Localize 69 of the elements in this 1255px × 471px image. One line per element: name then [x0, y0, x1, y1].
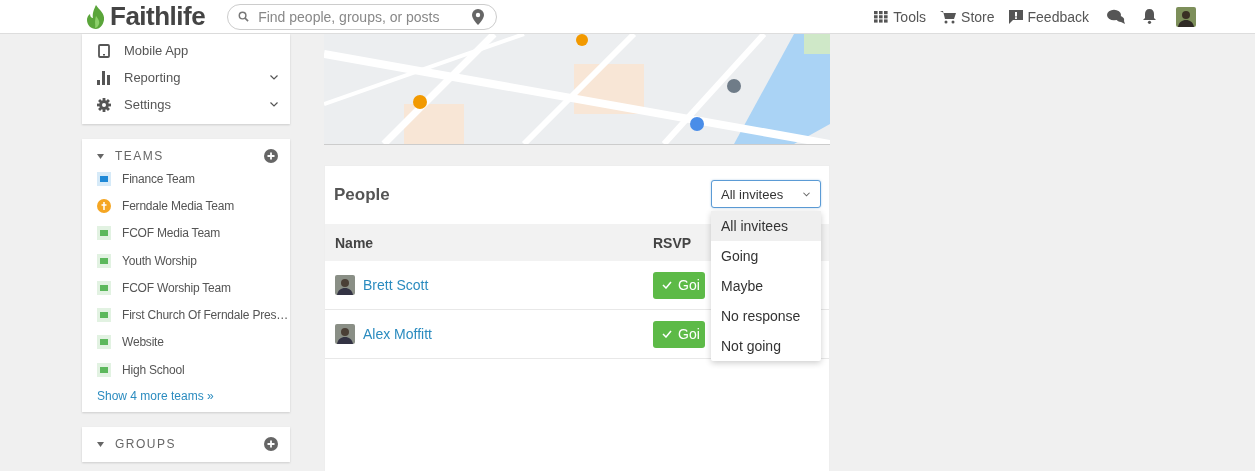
- team-name: High School: [122, 362, 185, 377]
- settings-icon: [97, 97, 111, 112]
- flame-logo-icon: [85, 3, 107, 30]
- search-icon: [238, 11, 250, 22]
- team-item[interactable]: Youth Worship: [82, 246, 290, 275]
- person-link[interactable]: Brett Scott: [363, 277, 429, 293]
- team-name: Youth Worship: [122, 253, 197, 268]
- menu-item[interactable]: Settings: [82, 91, 290, 118]
- team-name: FCOF Media Team: [122, 226, 221, 241]
- column-header: RSVP: [653, 234, 693, 251]
- collapse-triangle-icon[interactable]: [97, 153, 104, 159]
- menu-item[interactable]: Mobile App: [82, 37, 290, 64]
- team-name: FCOF Worship Team: [122, 280, 231, 295]
- nav-link[interactable]: Feedback: [1008, 8, 1089, 25]
- nav-link[interactable]: Store: [940, 8, 995, 25]
- add-icon[interactable]: [264, 437, 278, 452]
- chevron-down-icon: [803, 191, 810, 197]
- avatar: [335, 324, 355, 344]
- cart-icon: [940, 9, 957, 24]
- team-name: Finance Team: [122, 171, 195, 186]
- tablet-icon: [97, 43, 111, 58]
- menu-item[interactable]: Reporting: [82, 64, 290, 91]
- show-more-link[interactable]: Show 4 more teams »: [82, 383, 290, 404]
- check-icon: [662, 281, 672, 289]
- team-item[interactable]: Ferndale Media Team: [82, 192, 290, 220]
- dropdown-option[interactable]: All invitees: [711, 211, 821, 241]
- feedback-icon: [1008, 9, 1023, 24]
- avatar: [335, 275, 355, 295]
- collapse-triangle-icon[interactable]: [97, 441, 104, 447]
- location-pin-icon[interactable]: [472, 8, 485, 25]
- filter-dropdown[interactable]: All invitees: [711, 180, 821, 208]
- team-icon: [97, 335, 111, 350]
- nav-link[interactable]: Tools: [874, 8, 927, 25]
- grid-icon: [874, 10, 889, 23]
- person-link[interactable]: Alex Moffitt: [363, 326, 432, 342]
- menu-label: Settings: [124, 97, 171, 112]
- dropdown-option[interactable]: No response: [711, 301, 821, 331]
- team-icon: [97, 198, 111, 213]
- team-name: First Church Of Ferndale Pres…: [122, 308, 289, 323]
- team-item[interactable]: High School: [82, 356, 290, 384]
- add-icon[interactable]: [264, 149, 278, 163]
- team-item[interactable]: FCOF Media Team: [82, 219, 290, 247]
- team-item[interactable]: First Church Of Ferndale Pres…: [82, 301, 290, 329]
- brand-logo[interactable]: Faithlife: [110, 1, 206, 32]
- dropdown-option[interactable]: Going: [711, 241, 821, 271]
- bar-chart-icon: [97, 70, 111, 85]
- menu-label: Mobile App: [124, 43, 189, 58]
- team-item[interactable]: FCOF Worship Team: [82, 274, 290, 302]
- team-name: Website: [122, 335, 164, 350]
- menu-label: Reporting: [124, 70, 181, 85]
- check-icon: [662, 330, 672, 338]
- chat-icon[interactable]: [1107, 9, 1125, 24]
- section-title: TEAMS: [115, 149, 164, 163]
- team-icon: [97, 226, 111, 241]
- section-title: GROUPS: [115, 437, 176, 452]
- column-header: Name: [334, 234, 375, 251]
- avatar[interactable]: [1176, 6, 1196, 27]
- card-title: People: [334, 185, 390, 205]
- team-icon: [97, 308, 111, 323]
- team-icon: [97, 280, 111, 295]
- team-icon: [97, 171, 111, 186]
- team-name: Ferndale Media Team: [122, 198, 235, 213]
- team-icon: [97, 362, 111, 377]
- bell-icon[interactable]: [1143, 9, 1156, 24]
- team-icon: [97, 253, 111, 268]
- team-item[interactable]: Finance Team: [82, 165, 290, 193]
- dropdown-option[interactable]: Not going: [711, 331, 821, 361]
- team-item[interactable]: Website: [82, 328, 290, 357]
- dropdown-option[interactable]: Maybe: [711, 271, 821, 301]
